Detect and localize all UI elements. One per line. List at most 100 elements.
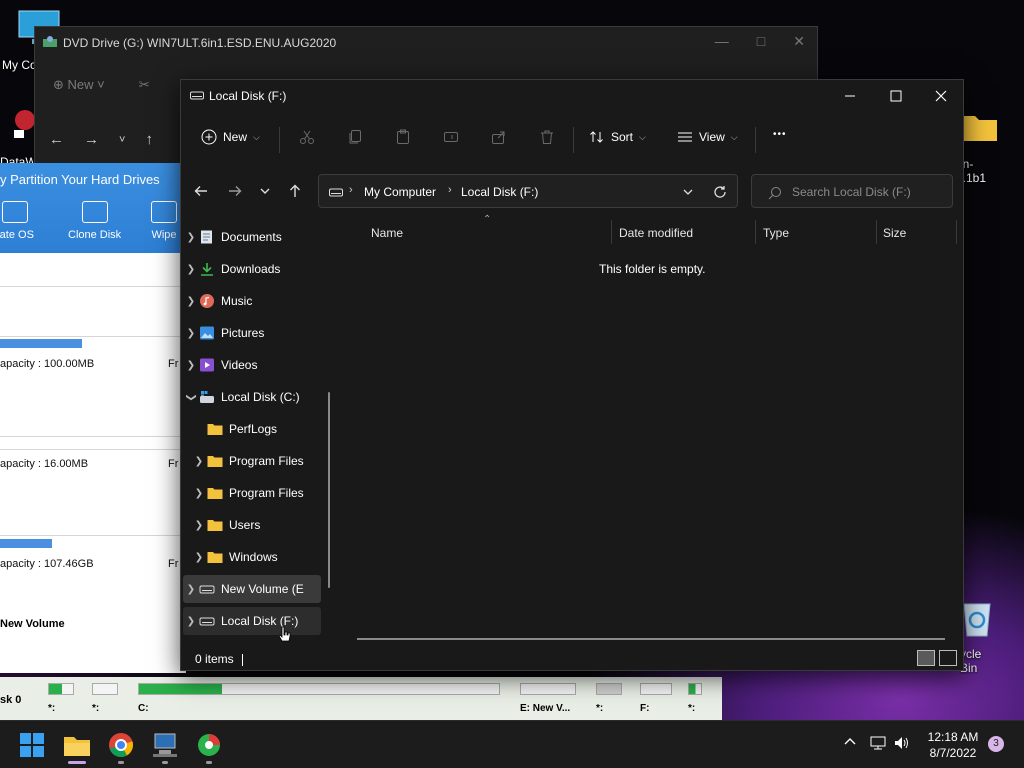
desktop-icon-recycle-bin[interactable]: ycle Bin [960, 598, 994, 675]
breadcrumb-separator-icon: › [448, 184, 452, 196]
breadcrumb-local-disk-f[interactable]: Local Disk (F:) [461, 185, 538, 199]
tool-migrate-os[interactable]: rate OS [0, 201, 34, 241]
tree-item-program-files[interactable]: ❯ Program Files [183, 447, 321, 475]
tool-wipe[interactable]: Wipe [151, 201, 177, 241]
file-list[interactable]: ⌃ Name Date modified Type Size This fold… [341, 214, 961, 650]
recent-locations-button[interactable] [259, 183, 271, 199]
copy-button[interactable] [347, 129, 363, 145]
cut-button[interactable] [299, 129, 315, 145]
more-options-button[interactable]: ••• [773, 129, 787, 140]
up-button[interactable] [287, 183, 303, 199]
disk-map[interactable]: sk 0 *: *: C: E: New V... *: F: *: [0, 677, 722, 720]
column-header-size[interactable]: Size [883, 226, 906, 240]
close-button[interactable] [929, 86, 953, 106]
search-box[interactable]: Search Local Disk (F:) [751, 174, 953, 208]
navigation-pane[interactable]: ❯ Documents ❯ Downloads ❯ Music ❯ Pictur… [181, 220, 331, 650]
chevron-right-icon[interactable]: ❯ [183, 328, 199, 339]
tree-item-label: Windows [229, 550, 278, 564]
chevron-up-icon[interactable] [843, 735, 857, 749]
tree-item-users[interactable]: ❯ Users [183, 511, 321, 539]
column-separator[interactable] [755, 220, 756, 244]
new-button[interactable]: ⊕ New ˅ [53, 77, 105, 93]
close-icon[interactable]: ✕ [793, 33, 805, 50]
column-header-type[interactable]: Type [763, 226, 789, 240]
disk-slot[interactable]: C: [138, 683, 500, 719]
tree-item-new-volume-e[interactable]: ❯ New Volume (E [183, 575, 321, 603]
tool-clone-disk[interactable]: Clone Disk [68, 201, 121, 241]
chevron-down-icon[interactable] [682, 186, 694, 198]
chevron-expanded-icon[interactable]: ❯ [186, 389, 197, 405]
forward-arrow-icon[interactable]: → [84, 131, 99, 149]
tree-item-music[interactable]: ❯ Music [183, 287, 321, 315]
chevron-right-icon[interactable]: ❯ [183, 296, 199, 307]
horizontal-scrollbar[interactable] [357, 638, 945, 640]
navigation-pane-scrollbar[interactable] [328, 392, 330, 588]
chevron-right-icon[interactable]: ❯ [183, 616, 199, 627]
tree-item-documents[interactable]: ❯ Documents [183, 223, 321, 251]
tree-item-program-files-x86[interactable]: ❯ Program Files [183, 479, 321, 507]
disk-slot[interactable]: *: [48, 683, 74, 719]
delete-button[interactable] [539, 129, 555, 145]
minimize-button[interactable] [838, 86, 862, 106]
new-button[interactable]: New ⌵ [201, 129, 260, 145]
large-icons-view-icon[interactable] [939, 650, 957, 666]
file-explorer-taskbar-icon[interactable] [63, 731, 91, 759]
partition-tool-icon[interactable] [195, 731, 223, 759]
disk-slot[interactable]: *: [688, 683, 702, 719]
chevron-down-icon[interactable]: ˅ [119, 131, 125, 149]
disk-slot[interactable]: *: [596, 683, 622, 719]
chevron-right-icon[interactable]: ❯ [191, 488, 207, 499]
maximize-icon[interactable]: □ [757, 33, 765, 50]
view-button[interactable]: View ⌵ [677, 129, 738, 145]
rename-button[interactable] [443, 129, 459, 145]
column-header-date-modified[interactable]: Date modified [619, 226, 693, 240]
column-separator[interactable] [876, 220, 877, 244]
column-separator[interactable] [611, 220, 612, 244]
file-explorer-window[interactable]: Local Disk (F:) New ⌵ Sort ⌵ View ⌵ ••• … [180, 79, 964, 671]
chevron-right-icon[interactable]: ❯ [183, 360, 199, 371]
minimize-icon[interactable]: — [715, 33, 729, 50]
breadcrumb-my-computer[interactable]: My Computer [364, 185, 436, 199]
system-clock[interactable]: 12:18 AM 8/7/2022 [918, 729, 988, 761]
disk-slot[interactable]: F: [640, 683, 672, 719]
cut-icon[interactable]: ✂ [139, 77, 150, 93]
chevron-right-icon[interactable]: ❯ [191, 456, 207, 467]
tree-item-windows[interactable]: ❯ Windows [183, 543, 321, 571]
notification-badge[interactable]: 3 [988, 736, 1004, 752]
partition-app-window[interactable]: y Partition Your Hard Drives rate OS Clo… [0, 163, 186, 673]
chevron-right-icon[interactable]: ❯ [183, 264, 199, 275]
tree-item-downloads[interactable]: ❯ Downloads [183, 255, 321, 283]
chrome-icon[interactable] [107, 731, 135, 759]
tree-item-videos[interactable]: ❯ Videos [183, 351, 321, 379]
column-separator[interactable] [956, 220, 957, 244]
title-bar[interactable]: Local Disk (F:) [181, 80, 963, 112]
back-button[interactable] [193, 183, 209, 199]
forward-button[interactable] [227, 183, 243, 199]
chevron-right-icon[interactable]: ❯ [191, 552, 207, 563]
address-bar[interactable]: › My Computer › Local Disk (F:) [318, 174, 738, 208]
refresh-icon[interactable] [713, 185, 727, 199]
desktop-icon-folder[interactable]: en-1.1b1 [956, 110, 998, 185]
details-view-icon[interactable] [917, 650, 935, 666]
tree-item-local-disk-f[interactable]: ❯ Local Disk (F:) [183, 607, 321, 635]
back-arrow-icon[interactable]: ← [49, 131, 64, 149]
up-arrow-icon[interactable]: ↑ [145, 131, 153, 149]
start-button-icon[interactable] [18, 731, 46, 759]
chevron-right-icon[interactable]: ❯ [183, 584, 199, 595]
sort-button[interactable]: Sort ⌵ [589, 129, 646, 145]
chevron-right-icon[interactable]: ❯ [183, 232, 199, 243]
column-header-name[interactable]: Name [371, 226, 403, 240]
paste-button[interactable] [395, 129, 411, 145]
network-icon[interactable] [870, 735, 886, 751]
tree-item-pictures[interactable]: ❯ Pictures [183, 319, 321, 347]
maximize-button[interactable] [884, 86, 908, 106]
remote-desktop-icon[interactable] [151, 731, 179, 759]
disk-slot[interactable]: E: New V... [520, 683, 576, 719]
capacity-bar [0, 539, 52, 548]
tree-item-perflogs[interactable]: PerfLogs [183, 415, 321, 443]
tree-item-local-disk-c[interactable]: ❯ Local Disk (C:) [183, 383, 321, 411]
share-button[interactable] [491, 129, 507, 145]
chevron-right-icon[interactable]: ❯ [191, 520, 207, 531]
volume-icon[interactable] [894, 735, 910, 751]
disk-slot[interactable]: *: [92, 683, 118, 719]
